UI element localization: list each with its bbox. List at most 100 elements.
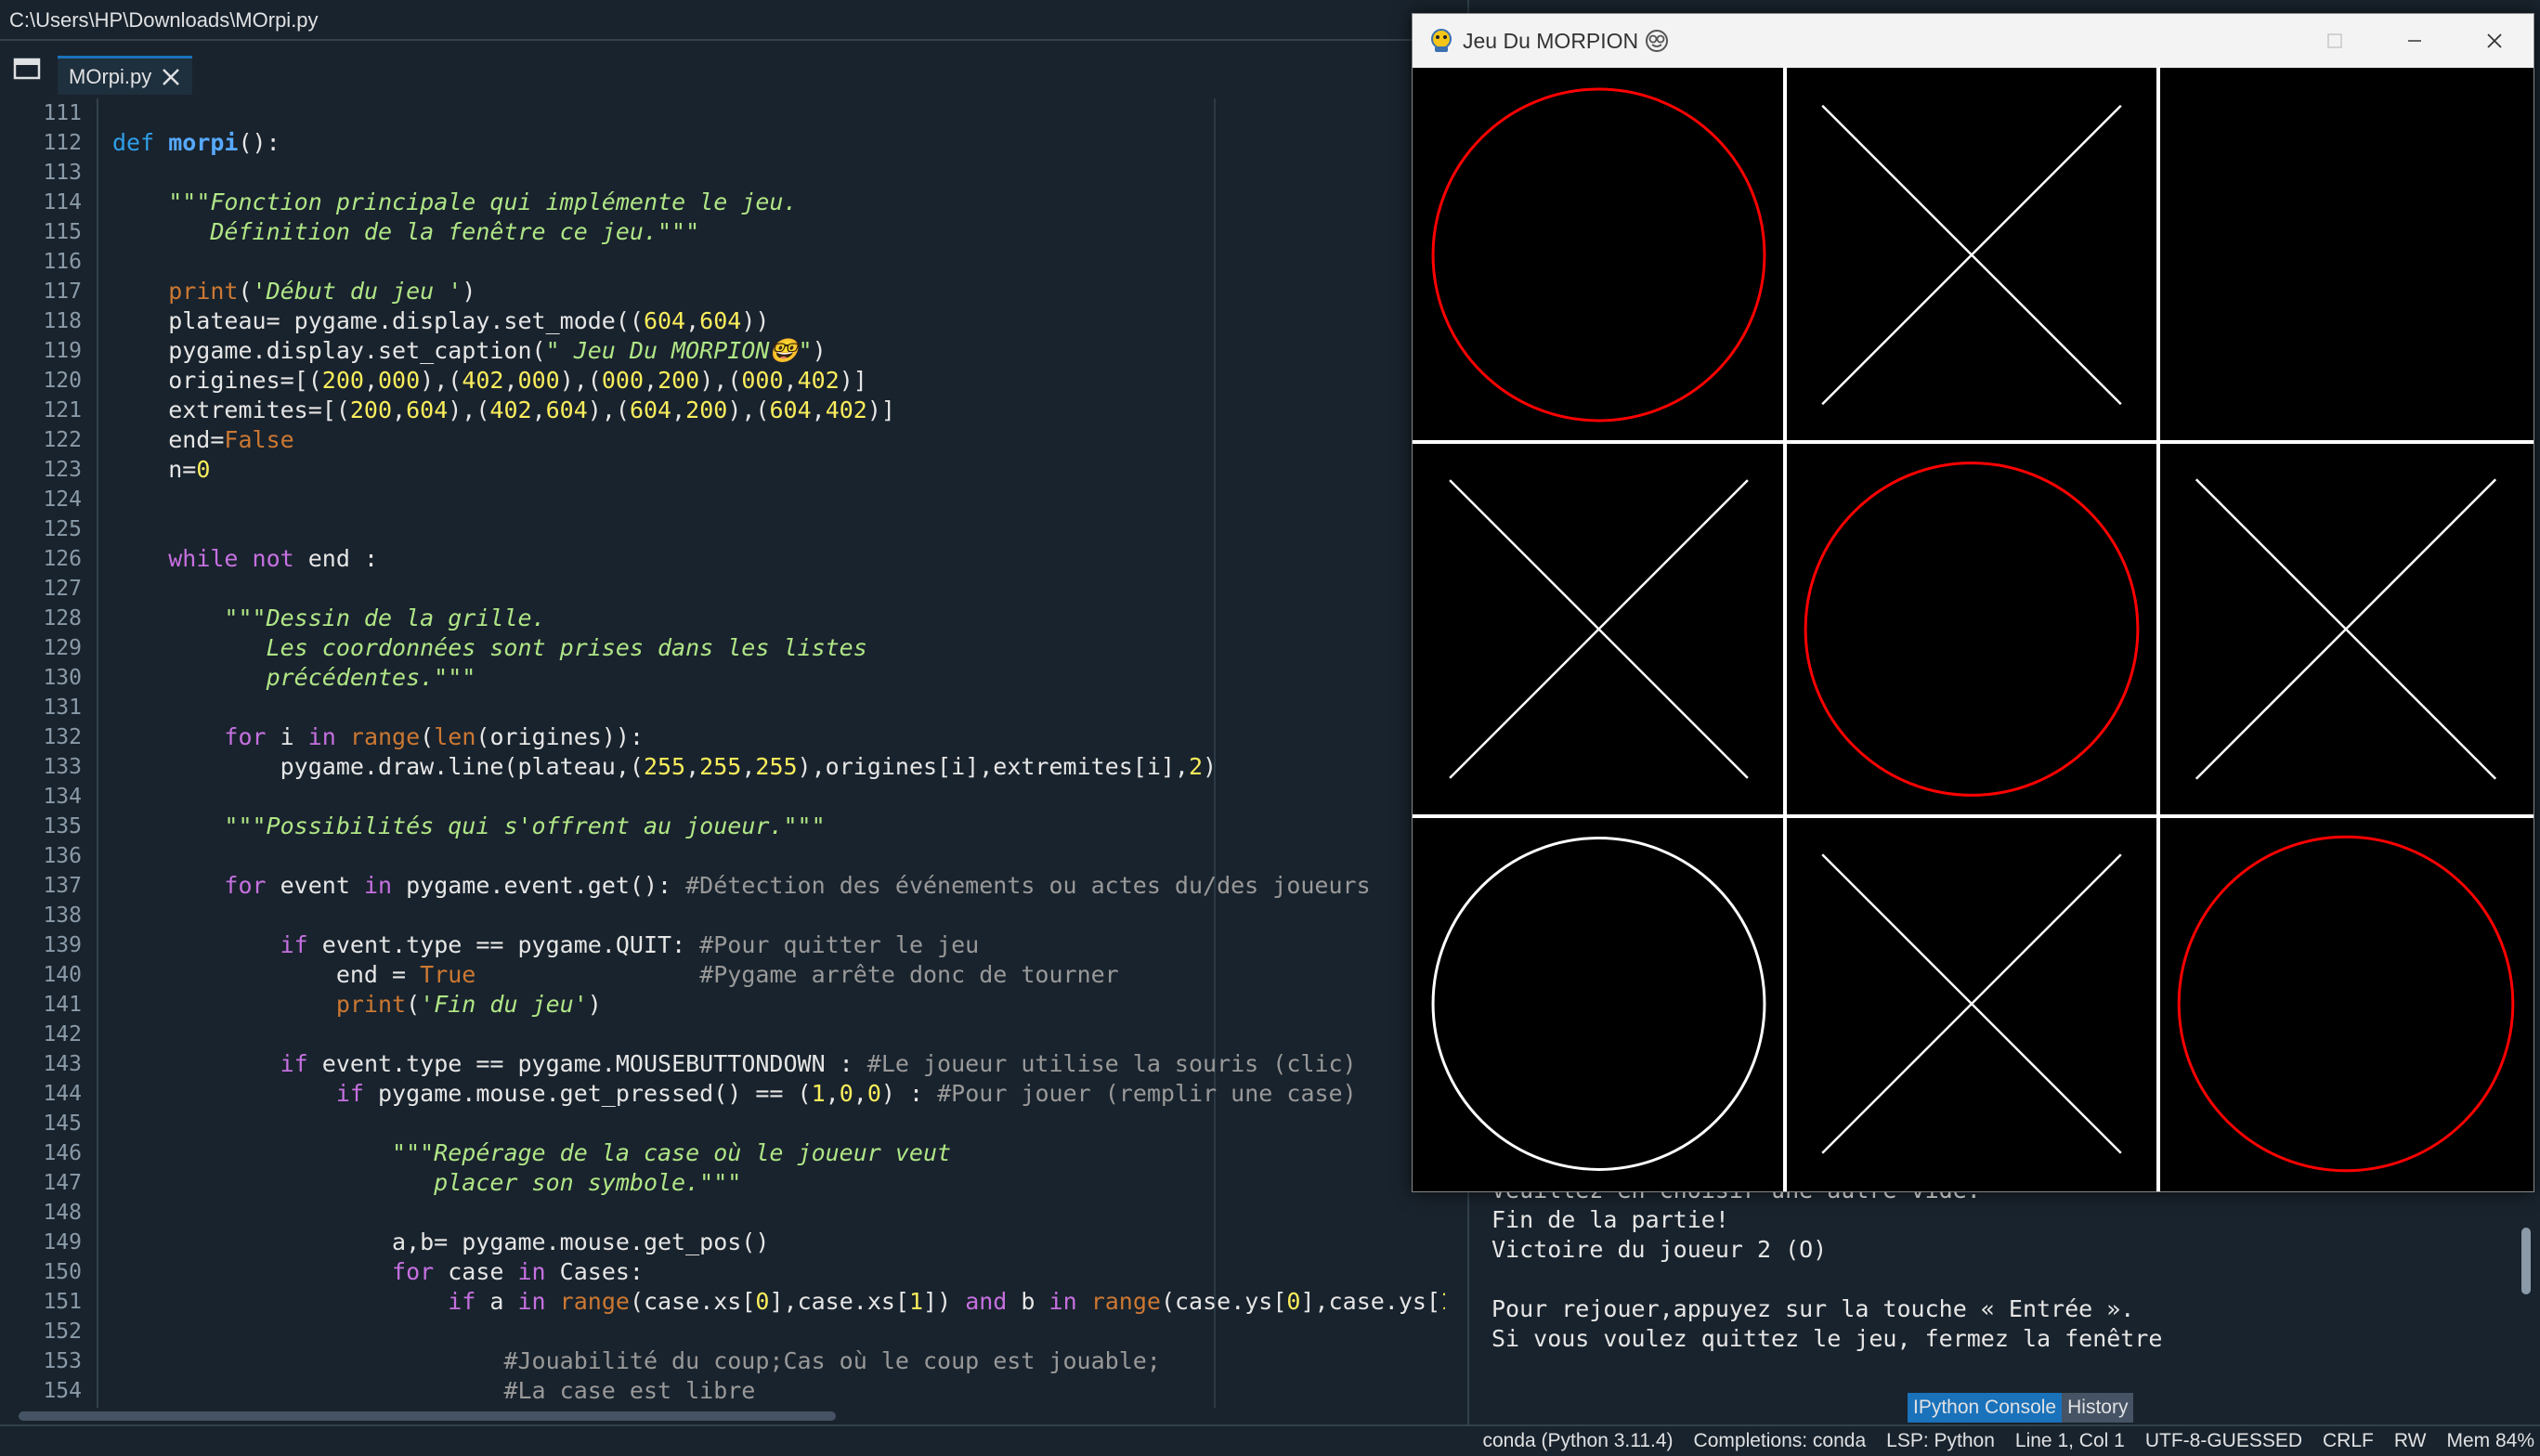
browse-tabs-icon[interactable] [13,56,41,82]
pygame-window[interactable]: Jeu Du MORPION [1412,13,2534,1192]
line-number: 147 [43,1171,82,1195]
window-title: Jeu Du MORPION [1463,14,1669,68]
editor-horizontal-scrollbar[interactable] [0,1408,1467,1424]
o-mark [1804,462,2140,797]
code-line: plateau= pygame.display.set_mode((604,60… [112,307,770,334]
status-bar: conda (Python 3.11.4) Completions: conda… [0,1424,2540,1456]
code-line: """Fonction principale qui implémente le… [168,188,798,215]
window-titlebar[interactable]: Jeu Du MORPION [1413,14,2533,68]
code-line: placer son symbole.""" [112,1169,742,1196]
console-line: Si vous voulez quittez le jeu, fermez la… [1491,1325,2163,1352]
code-line: pygame.display.set_caption(" Jeu Du MORP… [112,337,827,364]
line-number: 136 [43,844,82,868]
status-lsp[interactable]: LSP: Python [1886,1430,1995,1452]
nerd-face-icon [1645,30,1668,52]
line-number: 113 [43,161,82,185]
line-number: 151 [43,1290,82,1314]
line-number: 116 [43,250,82,274]
status-encoding: UTF-8-GUESSED [2144,1430,2303,1451]
code-line: for event in pygame.event.get(): #Détect… [224,872,1371,899]
minimize-button[interactable] [2375,14,2455,68]
line-number: 117 [43,280,82,304]
status-memory: Mem 84% [2446,1430,2534,1451]
line-number: 119 [43,339,82,363]
line-number: 150 [43,1260,82,1284]
o-mark [2177,835,2515,1173]
line-number: 124 [43,488,82,512]
code-line: """Possibilités qui s'offrent au joueur.… [224,812,826,839]
scrollbar-thumb[interactable] [19,1411,836,1421]
code-line: print('Fin du jeu') [335,991,602,1018]
line-number: 148 [43,1201,82,1225]
code-line: def morpi(): [112,129,280,156]
line-number: 118 [43,309,82,333]
code-line: if a in range(case.xs[0],case.xs[1]) and… [448,1288,1445,1315]
o-mark [1431,87,1766,422]
console-line: Fin de la partie! [1491,1206,1729,1233]
line-number: 146 [43,1141,82,1165]
line-number: 131 [43,696,82,720]
line-number: 142 [43,1022,82,1046]
status-completions[interactable]: Completions: conda [1694,1430,1867,1452]
console-tab-bar: IPython Console History [1908,1393,2134,1423]
line-number: 127 [43,577,82,601]
line-number: 126 [43,547,82,571]
line-number: 149 [43,1230,82,1254]
code-line: print('Début du jeu ') [168,278,476,305]
line-number: 141 [43,993,82,1017]
close-icon[interactable] [161,67,181,87]
line-number-gutter: 111 112 113 114 115 116 117 118 119 120 121 122 123 1… [0,98,98,1408]
line-number: 152 [43,1320,82,1344]
line-number: 133 [43,755,82,779]
editor-tab-bar: MOrpi.py [0,43,1467,100]
code-line: if event.type == pygame.QUIT: #Pour quit… [280,931,980,958]
tab-history[interactable]: History [2062,1393,2134,1423]
line-number: 120 [43,369,82,393]
line-number: 115 [43,220,82,244]
line-number: 144 [43,1082,82,1106]
code-line: n=0 [112,456,211,483]
code-line: origines=[(200,000),(402,000),(000,200),… [112,367,867,394]
close-window-button[interactable] [2455,14,2534,68]
line-number: 132 [43,725,82,749]
line-number: 135 [43,814,82,838]
code-line: end=False [112,426,294,453]
code-line: a,b= pygame.mouse.get_pos() [112,1228,770,1255]
code-line: end = True #Pygame arrête donc de tourne… [112,961,1119,988]
line-number: 122 [43,428,82,452]
console-scrollbar[interactable] [2521,1228,2531,1294]
line-number: 125 [43,517,82,541]
code-line: #Jouabilité du coup;Cas où le coup est j… [503,1347,1161,1374]
status-cursor-position: Line 1, Col 1 [2014,1430,2125,1451]
status-interpreter[interactable]: conda (Python 3.11.4) [1482,1430,1673,1452]
line-number: 129 [43,636,82,660]
line-number: 123 [43,458,82,482]
code-line: for case in Cases: [392,1258,644,1285]
code-line: #La case est libre [503,1377,756,1404]
tab-morpi-py[interactable]: MOrpi.py [58,56,193,95]
o-mark [1431,837,1766,1171]
console-line: Pour rejouer,appuyez sur la touche « Ent… [1491,1295,2135,1322]
code-line: """Repérage de la case où le joueur veut [392,1139,952,1166]
code-line: while not end : [168,545,379,572]
code-editor[interactable]: def morpi(): """Fonction principale qui … [98,98,1445,1408]
code-line: Les coordonnées sont prises dans les lis… [112,634,867,661]
line-number: 121 [43,398,82,422]
code-line: """Dessin de la grille. [224,604,546,631]
line-number: 128 [43,606,82,630]
file-path-bar: C:\Users\HP\Downloads\MOrpi.py [0,0,1430,41]
line-number: 137 [43,874,82,898]
code-line: pygame.draw.line(plateau,(255,255,255),o… [112,753,1218,780]
pygame-snake-icon [1431,29,1452,52]
tic-tac-toe-board[interactable] [1413,68,2533,1191]
tab-ipython-console[interactable]: IPython Console [1908,1393,2063,1423]
line-number: 138 [43,904,82,928]
maximize-button [2327,33,2342,48]
line-number: 139 [43,933,82,957]
line-number: 153 [43,1349,82,1373]
status-eol: CRLF [2323,1430,2374,1451]
line-number: 114 [43,190,82,214]
line-number: 130 [43,666,82,690]
line-number: 145 [43,1112,82,1136]
line-number: 140 [43,963,82,987]
